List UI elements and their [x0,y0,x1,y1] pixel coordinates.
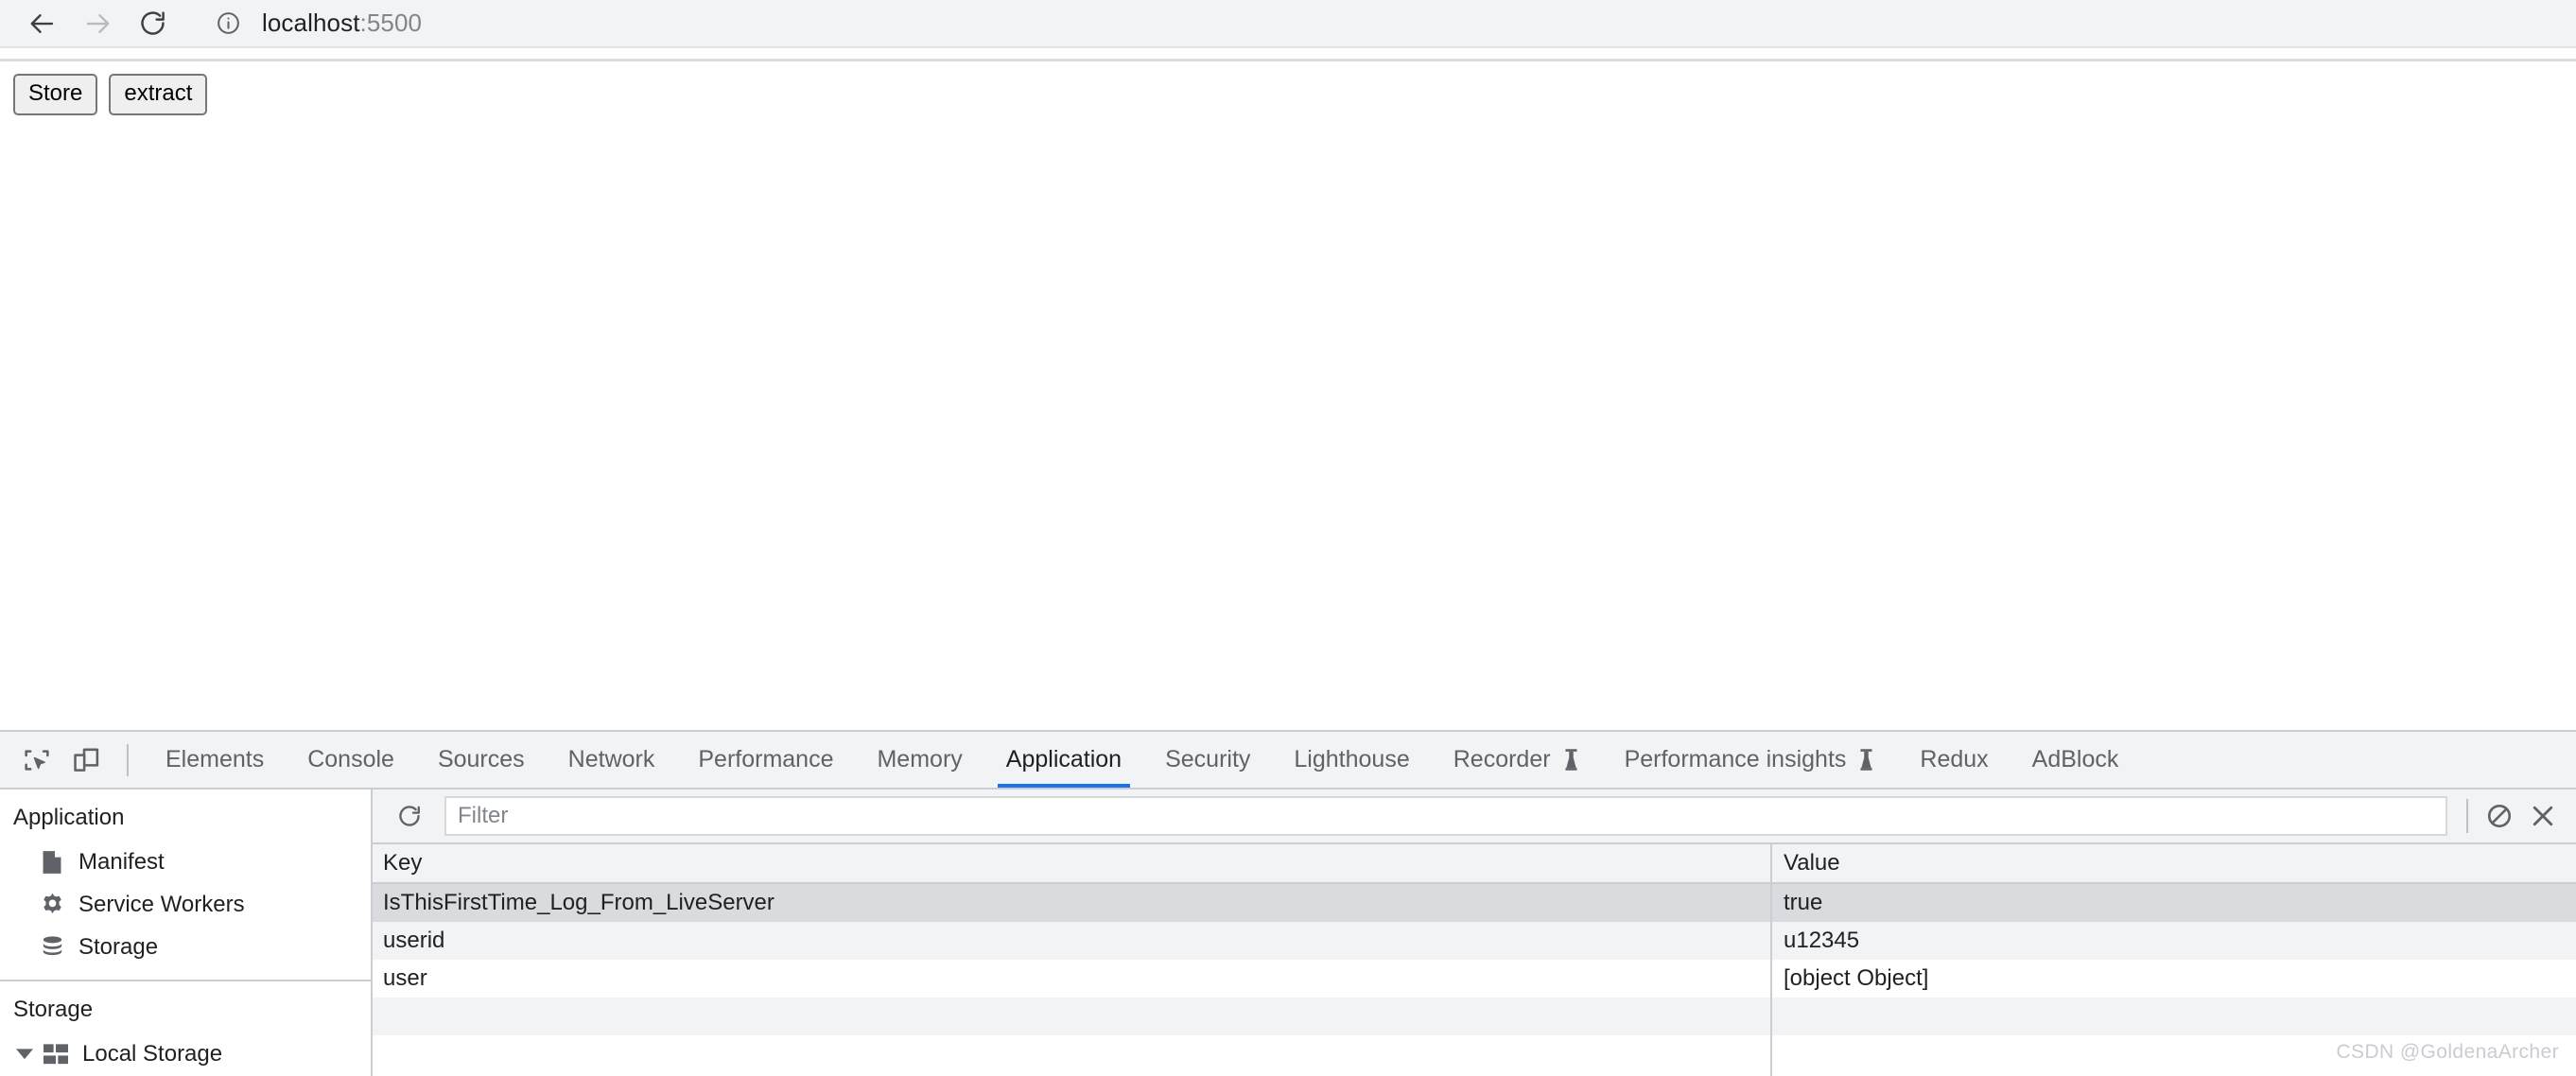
inspect-element-icon [25,749,49,771]
sidebar-item-service-workers[interactable]: Service Workers [0,883,371,926]
cell-value: [object Object] [1784,965,1929,991]
grid-icon [42,1043,70,1066]
devtools-panel: Elements Console Sources Network Perform… [0,730,2576,1076]
tab-label: AdBlock [2031,746,2119,772]
table-row[interactable]: userid u12345 [373,922,2576,960]
sidebar-item-manifest[interactable]: Manifest [0,841,371,883]
tab-label: Security [1165,746,1251,772]
toolbar-divider [2466,799,2468,833]
experiment-flask-icon [1565,749,1577,771]
table-row-empty[interactable] [373,998,2576,1035]
reload-icon [140,11,165,35]
page-viewport: Store extract [0,46,2576,730]
storage-main-panel: Key Value IsThisFirstTime_Log_From_LiveS… [373,790,2576,1076]
tab-label: Console [307,746,394,772]
extract-button[interactable]: extract [109,74,208,115]
url-host: localhost [262,9,360,37]
tab-label: Sources [437,746,525,772]
forward-button[interactable] [70,0,125,46]
tab-label: Lighthouse [1294,746,1410,772]
store-button[interactable]: Store [13,74,98,115]
cell-key: IsThisFirstTime_Log_From_LiveServer [383,890,775,915]
sidebar-item-storage[interactable]: Storage [0,926,371,968]
cell-value: u12345 [1784,928,1860,953]
tab-performance-insights[interactable]: Performance insights [1603,732,1899,788]
tab-recorder[interactable]: Recorder [1432,732,1603,788]
tab-memory[interactable]: Memory [855,732,983,788]
tab-sources[interactable]: Sources [416,732,547,788]
tab-network[interactable]: Network [547,732,677,788]
sidebar-item-label: Storage [78,933,159,960]
tab-application[interactable]: Application [984,732,1143,788]
back-arrow-icon [30,13,54,33]
back-button[interactable] [15,0,70,46]
tab-security[interactable]: Security [1143,732,1272,788]
cell-key: userid [383,928,445,953]
filter-input[interactable] [444,796,2447,836]
sidebar-section-storage-title: Storage [13,997,94,1022]
site-info-icon[interactable] [216,10,241,36]
page-top-divider [0,59,2576,61]
tab-console[interactable]: Console [286,732,416,788]
gear-icon [38,892,66,917]
delete-selected-button[interactable] [2521,794,2565,838]
tab-elements[interactable]: Elements [144,732,286,788]
column-header-key[interactable]: Key [373,850,1770,876]
cell-key: user [383,965,427,991]
tab-label: Redux [1920,746,1989,772]
experiment-flask-icon [1860,749,1872,771]
tab-label: Elements [165,746,265,772]
tab-label: Performance [698,746,834,772]
refresh-button[interactable] [388,794,431,838]
forward-arrow-icon [86,13,110,33]
tab-redux[interactable]: Redux [1898,732,2010,788]
table-row-empty[interactable] [373,1035,2576,1073]
clear-all-icon [2487,804,2512,828]
tab-label: Recorder [1453,746,1551,772]
database-icon [38,934,66,960]
sidebar-item-label: Local Storage [82,1040,223,1067]
sidebar-item-local-storage[interactable]: Local Storage [0,1033,371,1075]
sidebar-item-label: Service Workers [78,891,245,917]
url-port: :5500 [359,9,423,37]
reload-button[interactable] [125,0,180,46]
table-header-row: Key Value [373,844,2576,884]
address-bar-text: localhost:5500 [262,9,422,38]
inspect-element-button[interactable] [9,735,61,786]
devtools-tabbar: Elements Console Sources Network Perform… [0,732,2576,790]
watermark: CSDN @GoldenaArcher [2336,1041,2559,1063]
cell-value: true [1784,890,1823,915]
tab-label: Memory [877,746,963,772]
devtools-body: Application Manifest Service Workers Sto… [0,790,2576,1076]
application-sidebar: Application Manifest Service Workers Sto… [0,790,373,1076]
column-header-value[interactable]: Value [1770,850,2576,876]
refresh-icon [399,806,420,826]
close-icon [2532,806,2553,826]
document-icon [38,850,66,875]
chevron-down-icon[interactable] [13,1048,36,1060]
table-row[interactable]: user [object Object] [373,960,2576,998]
sidebar-item-label: Manifest [78,848,165,875]
browser-toolbar: localhost:5500 [0,0,2576,46]
tab-label: Application [1005,746,1123,772]
tab-label: Performance insights [1624,746,1847,772]
tab-performance[interactable]: Performance [676,732,855,788]
toolbar-divider [127,743,129,776]
column-resize-handle[interactable] [1770,844,1772,1076]
tab-lighthouse[interactable]: Lighthouse [1272,732,1431,788]
page-button-group: Store extract [13,74,208,115]
tab-adblock[interactable]: AdBlock [2010,732,2141,788]
storage-toolbar [373,790,2576,844]
address-bar[interactable]: localhost:5500 [197,3,2576,43]
sidebar-section-application-title: Application [13,805,125,830]
local-storage-table: Key Value IsThisFirstTime_Log_From_LiveS… [373,844,2576,1076]
device-toolbar-button[interactable] [61,735,112,786]
tab-label: Network [567,746,655,772]
clear-all-button[interactable] [2478,794,2521,838]
device-toolbar-icon [74,748,99,772]
table-row[interactable]: IsThisFirstTime_Log_From_LiveServer true [373,884,2576,922]
